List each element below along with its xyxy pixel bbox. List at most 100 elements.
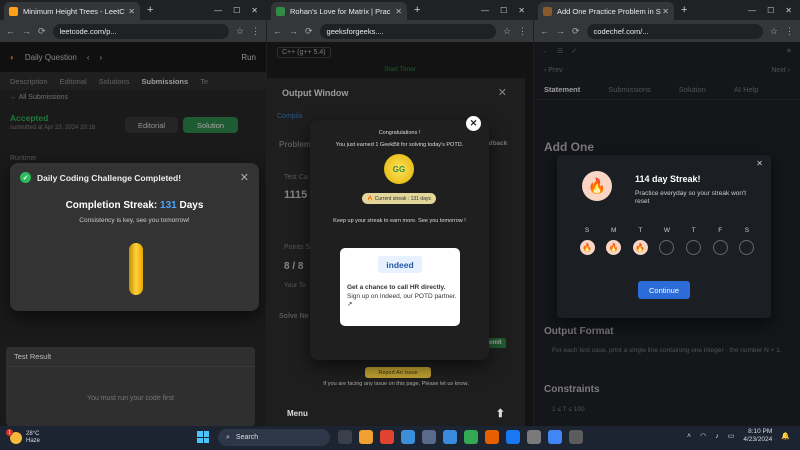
gfg-window: Rohan's Love for Matrix | Prac ✕ + — ☐ ✕ ←… [267, 0, 533, 426]
menu-button[interactable]: Menu [287, 409, 308, 418]
weekday-item: M 🔥 [604, 227, 624, 255]
maximize-icon[interactable]: ☐ [767, 6, 774, 15]
star-icon[interactable]: ☆ [770, 26, 778, 37]
file-explorer-icon[interactable] [359, 430, 373, 444]
flame-icon: 🔥 [606, 240, 622, 255]
clock[interactable]: 8:10 PM 4/23/2024 [743, 428, 772, 444]
maximize-icon[interactable]: ☐ [500, 6, 507, 15]
weekday-label: T [638, 227, 643, 234]
tab-bar: Minimum Height Trees - LeetC ✕ + — ☐ ✕ [0, 0, 266, 20]
reload-icon[interactable]: ⟳ [38, 26, 46, 37]
github-icon[interactable] [527, 430, 541, 444]
close-tab-icon[interactable]: ✕ [395, 7, 402, 16]
url-field[interactable]: geeksforgeeks.... [319, 23, 496, 39]
url-field[interactable]: leetcode.com/p... [52, 23, 229, 39]
tab-bar: Rohan's Love for Matrix | Prac ✕ + — ☐ ✕ [267, 0, 533, 20]
notifications-icon[interactable]: 🔔 [781, 432, 790, 440]
indeed-promo-text: Get a chance to call HR directly. Sign u… [347, 284, 457, 308]
terminal-icon[interactable] [569, 430, 583, 444]
report-issue-button[interactable]: Report An Issue [365, 367, 431, 378]
streak-subtitle: Practice everyday so your streak won't r… [635, 190, 747, 205]
minimize-icon[interactable]: — [748, 6, 756, 15]
new-tab-icon[interactable]: + [147, 4, 153, 16]
task-view-icon[interactable] [338, 430, 352, 444]
new-tab-icon[interactable]: + [414, 4, 420, 16]
store-icon[interactable] [422, 430, 436, 444]
weather-widget[interactable]: 1 28°C Haze [0, 429, 40, 445]
geekbit-coin-icon: GG [384, 154, 414, 184]
star-icon[interactable]: ☆ [503, 26, 511, 37]
taskbar-search[interactable]: ⌕ Search [218, 429, 330, 446]
flame-icon: 🔥 [582, 171, 612, 201]
notification-badge: 1 [6, 429, 13, 436]
browser-tab[interactable]: Rohan's Love for Matrix | Prac ✕ [271, 2, 407, 20]
chrome-alt-icon[interactable] [548, 430, 562, 444]
taskbar-apps [338, 430, 583, 444]
close-tab-icon[interactable]: ✕ [662, 7, 669, 16]
indeed-logo: indeed [378, 256, 422, 273]
chrome-icon[interactable] [464, 430, 478, 444]
indeed-promo-card[interactable]: indeed Get a chance to call HR directly.… [340, 248, 460, 326]
edge-icon[interactable] [401, 430, 415, 444]
back-icon[interactable]: ← [6, 26, 15, 36]
brave-icon[interactable] [380, 430, 394, 444]
gfg-favicon-icon [276, 6, 285, 16]
close-window-icon[interactable]: ✕ [785, 6, 792, 15]
volume-icon[interactable]: ♪ [715, 433, 719, 440]
close-window-icon[interactable]: ✕ [251, 6, 258, 15]
chevron-up-icon[interactable]: ˄ [687, 433, 691, 440]
tab-title: Add One Practice Problem in S [557, 6, 661, 16]
menu-dots-icon[interactable]: ⋮ [251, 26, 260, 37]
close-window-icon[interactable]: ✕ [518, 6, 525, 15]
completion-streak: Completion Streak: 131 Days [65, 200, 204, 211]
consistency-message: Consistency is key, see you tomorrow! [79, 217, 190, 224]
facing-issue-text: If you are facing any issue on this page… [323, 381, 469, 387]
weekday-item: S 🔥 [577, 227, 597, 255]
battery-icon[interactable]: ▭ [728, 432, 735, 440]
reload-icon[interactable]: ⟳ [305, 26, 313, 37]
forward-icon[interactable]: → [289, 26, 298, 36]
address-bar: ← → ⟳ codechef.com/... ☆ ⋮ [534, 20, 800, 42]
weather-temp: 28°C [26, 431, 40, 437]
external-link-icon[interactable]: ↗ [347, 301, 352, 308]
wifi-icon[interactable]: ◠ [700, 432, 706, 440]
back-icon[interactable]: ← [540, 26, 549, 36]
codechef-window: Add One Practice Problem in S ✕ + — ☐ ✕ ← … [534, 0, 800, 426]
start-menu-icon[interactable] [197, 431, 209, 443]
leetcode-window: Minimum Height Trees - LeetC ✕ + — ☐ ✕ ← →… [0, 0, 266, 426]
test-result-title: Test Result [6, 347, 255, 367]
star-icon[interactable]: ☆ [236, 26, 244, 37]
reload-icon[interactable]: ⟳ [572, 26, 580, 37]
back-icon[interactable]: ← [273, 26, 282, 36]
arrow-up-icon[interactable]: ⬆ [496, 407, 505, 420]
continue-button[interactable]: Continue [638, 281, 690, 299]
mail-icon[interactable] [443, 430, 457, 444]
geekbit-earned: You just earned 1 GeekBit for solving to… [335, 142, 464, 148]
close-modal-icon[interactable]: ✕ [466, 116, 481, 131]
close-modal-icon[interactable]: ✕ [240, 171, 249, 184]
minimize-icon[interactable]: — [214, 6, 222, 15]
weekday-label: F [718, 227, 723, 234]
menu-dots-icon[interactable]: ⋮ [785, 26, 794, 37]
close-modal-icon[interactable]: ✕ [756, 159, 763, 168]
flame-icon: 🔥 [632, 240, 648, 255]
weekday-row: S 🔥 M 🔥 T 🔥 W T F S [577, 227, 757, 255]
current-streak-badge: 🔥 Current streak : 131 days [362, 193, 436, 204]
close-tab-icon[interactable]: ✕ [128, 7, 135, 16]
forward-icon[interactable]: → [22, 26, 31, 36]
minimize-icon[interactable]: — [481, 6, 489, 15]
messenger-icon[interactable] [506, 430, 520, 444]
new-tab-icon[interactable]: + [681, 4, 687, 16]
url-field[interactable]: codechef.com/... [586, 23, 763, 39]
weekday-label: T [691, 227, 696, 234]
tab-title: Minimum Height Trees - LeetC [23, 6, 125, 16]
gold-coin-icon [129, 243, 143, 295]
browser-tab[interactable]: Minimum Height Trees - LeetC ✕ [4, 2, 140, 20]
menu-dots-icon[interactable]: ⋮ [518, 26, 527, 37]
flame-icon: 🔥 [579, 240, 595, 255]
forward-icon[interactable]: → [556, 26, 565, 36]
firefox-icon[interactable] [485, 430, 499, 444]
maximize-icon[interactable]: ☐ [233, 6, 240, 15]
browser-tab[interactable]: Add One Practice Problem in S ✕ [538, 2, 674, 20]
address-bar: ← → ⟳ geeksforgeeks.... ☆ ⋮ [267, 20, 533, 42]
